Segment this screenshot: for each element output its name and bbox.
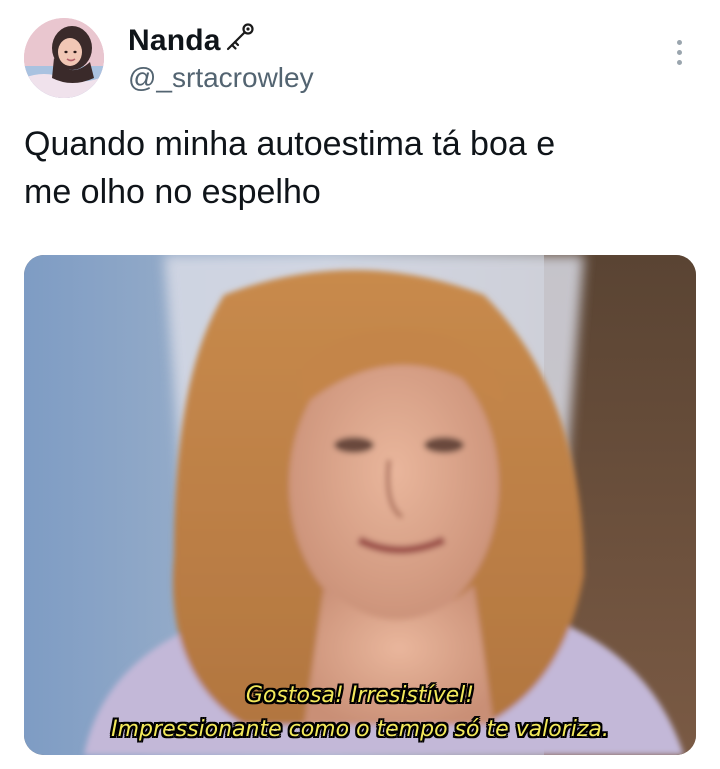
- tweet-media-image[interactable]: Gostosa! Irresistível! Impressionante co…: [24, 255, 696, 755]
- subtitle-line: Impressionante como o tempo só te valori…: [111, 717, 609, 742]
- handle[interactable]: @_srtacrowley: [128, 62, 314, 94]
- tweet-text: Quando minha autoestima tá boa e me olho…: [24, 120, 684, 216]
- display-name-text: Nanda: [128, 24, 221, 57]
- avatar[interactable]: [24, 18, 104, 98]
- more-vertical-icon[interactable]: [664, 32, 694, 72]
- avatar-photo: [24, 18, 104, 98]
- tweet-text-line: Quando minha autoestima tá boa e: [24, 125, 556, 163]
- more-dot: [676, 49, 682, 55]
- key-emoji-icon: [223, 22, 257, 60]
- subtitle-line: Gostosa! Irresistível!: [245, 683, 475, 708]
- meme-subtitles: Gostosa! Irresistível! Impressionante co…: [24, 679, 696, 747]
- more-dot: [676, 39, 682, 45]
- display-name[interactable]: Nanda: [128, 22, 257, 60]
- more-dot: [676, 59, 682, 65]
- tweet-text-line: me olho no espelho: [24, 173, 321, 211]
- tweet-card: Nanda @_srtacrowley Quando minha autoest…: [0, 0, 720, 769]
